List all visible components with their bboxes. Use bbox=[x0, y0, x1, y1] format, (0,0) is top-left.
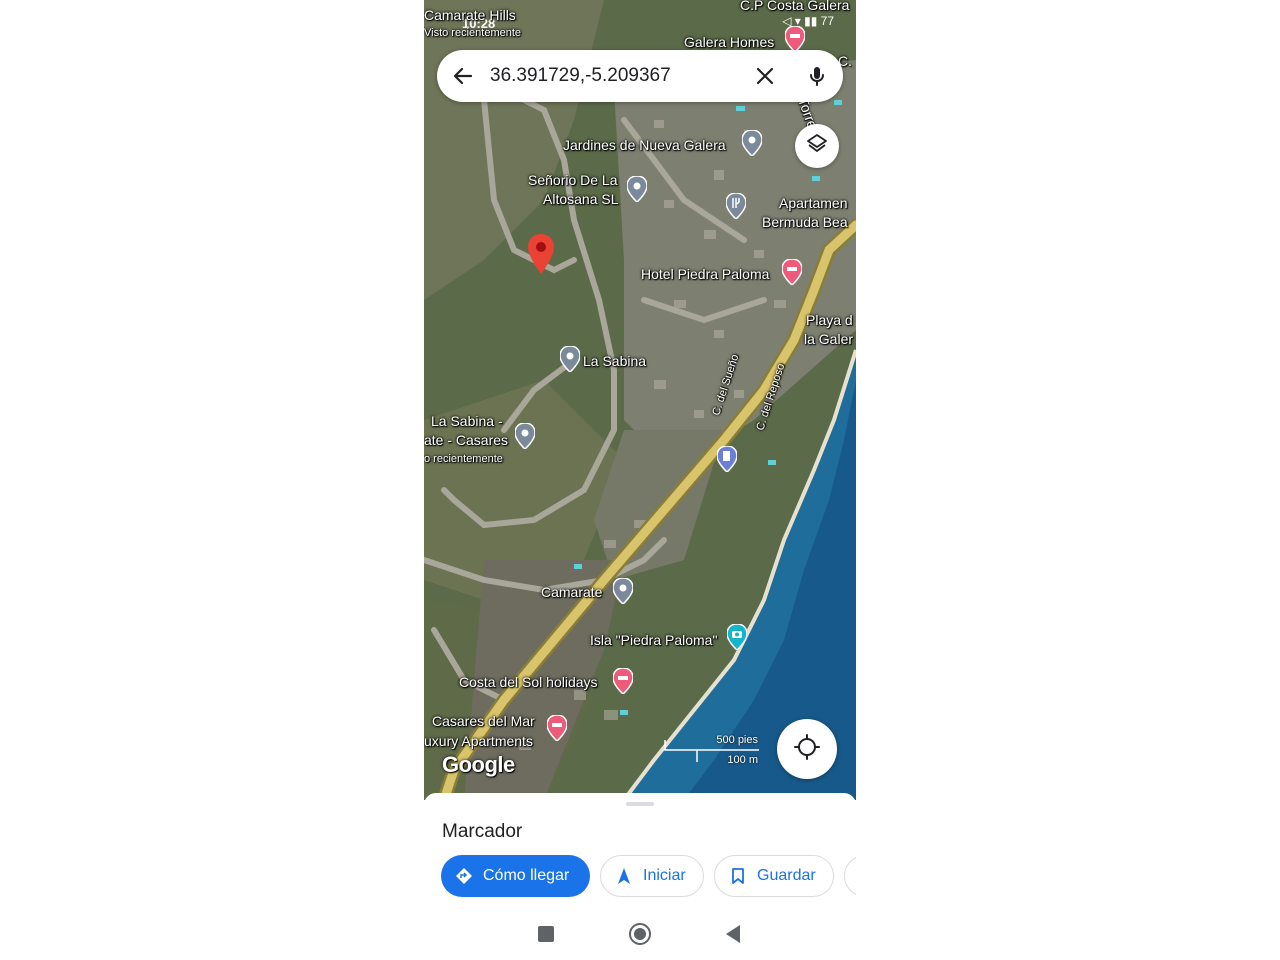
label-apartamentos-2[interactable]: Bermuda Bea bbox=[762, 213, 848, 231]
place-pin-icon[interactable] bbox=[742, 130, 762, 156]
hotel-pin-icon[interactable] bbox=[782, 259, 802, 285]
more-action-button[interactable] bbox=[844, 855, 856, 897]
place-pin-icon[interactable] bbox=[515, 423, 535, 449]
recents-square-icon[interactable] bbox=[534, 922, 558, 946]
search-query[interactable]: 36.391729,-5.209367 bbox=[490, 64, 671, 88]
hotel-pin-icon[interactable] bbox=[785, 26, 805, 52]
search-bar[interactable]: 36.391729,-5.209367 bbox=[437, 50, 843, 102]
scale-metric: 100 m bbox=[727, 754, 758, 766]
label-camarate-hills[interactable]: Camarate Hills bbox=[424, 6, 516, 24]
label-galera-homes[interactable]: Galera Homes bbox=[684, 33, 774, 51]
label-hotel-piedra-paloma[interactable]: Hotel Piedra Paloma bbox=[641, 265, 769, 283]
place-pin-icon[interactable] bbox=[613, 578, 633, 604]
directions-label: Cómo llegar bbox=[483, 867, 570, 884]
directions-button[interactable]: Cómo llegar bbox=[441, 855, 590, 897]
place-title: Marcador bbox=[442, 821, 523, 842]
layers-button[interactable] bbox=[795, 124, 839, 168]
label-costa-del-sol-holidays[interactable]: Costa del Sol holidays bbox=[459, 673, 598, 691]
close-icon[interactable] bbox=[753, 64, 777, 88]
label-la-sabina-casares-2[interactable]: ate - Casares bbox=[424, 431, 508, 449]
label-senorio-1[interactable]: Señorio De La bbox=[528, 171, 618, 189]
my-location-button[interactable] bbox=[777, 719, 837, 779]
label-jardines-nueva-galera[interactable]: Jardines de Nueva Galera bbox=[563, 136, 726, 154]
gas-station-pin-icon[interactable] bbox=[717, 446, 737, 472]
label-camarate[interactable]: Camarate bbox=[541, 583, 602, 601]
camera-pin-icon[interactable] bbox=[727, 624, 747, 650]
label-visto-recientemente: Visto recientemente bbox=[424, 27, 522, 39]
label-playa-1[interactable]: Playa d bbox=[806, 311, 853, 329]
restaurant-pin-icon[interactable] bbox=[726, 193, 746, 219]
label-playa-2[interactable]: la Galer bbox=[804, 330, 853, 348]
hotel-pin-icon[interactable] bbox=[547, 715, 567, 741]
crosshair-icon bbox=[793, 733, 821, 766]
scale-imperial: 500 pies bbox=[716, 734, 758, 746]
action-chips: Cómo llegar Iniciar Guardar bbox=[441, 855, 856, 899]
save-button[interactable]: Guardar bbox=[714, 855, 834, 897]
phone-screen: 10:28 ◁ ▾ ▮▮ 77 Camarate Hills Visto rec… bbox=[424, 0, 856, 960]
navigation-icon bbox=[615, 867, 633, 885]
directions-icon bbox=[455, 867, 473, 885]
map-scale: 500 pies 100 m bbox=[664, 732, 764, 766]
system-nav-bar bbox=[424, 912, 856, 960]
label-casares-del-mar-2[interactable]: uxury Apartments bbox=[424, 732, 533, 750]
label-la-sabina-casares-1[interactable]: La Sabina - bbox=[431, 412, 503, 430]
label-casares-del-mar-1[interactable]: Casares del Mar bbox=[432, 712, 535, 730]
satellite-map[interactable]: 10:28 ◁ ▾ ▮▮ 77 Camarate Hills Visto rec… bbox=[424, 0, 856, 800]
bookmark-icon bbox=[729, 867, 747, 885]
hotel-pin-icon[interactable] bbox=[613, 668, 633, 694]
label-apartamentos-1[interactable]: Apartamen bbox=[779, 194, 847, 212]
start-label: Iniciar bbox=[643, 867, 686, 884]
save-label: Guardar bbox=[757, 867, 816, 884]
label-isla-piedra-paloma[interactable]: Isla "Piedra Paloma" bbox=[590, 631, 717, 649]
google-logo: Google bbox=[442, 752, 515, 777]
label-senorio-2[interactable]: Altosana SL bbox=[543, 190, 619, 208]
place-pin-icon[interactable] bbox=[560, 346, 580, 372]
drag-handle[interactable] bbox=[626, 802, 654, 806]
place-pin-icon[interactable] bbox=[627, 176, 647, 202]
selected-marker-icon[interactable] bbox=[528, 234, 554, 274]
label-visto-recientemente-2: o recientemente bbox=[424, 453, 503, 465]
start-button[interactable]: Iniciar bbox=[600, 855, 704, 897]
back-arrow-icon[interactable] bbox=[451, 64, 475, 88]
mic-icon[interactable] bbox=[805, 64, 829, 88]
home-circle-icon[interactable] bbox=[628, 922, 652, 946]
back-triangle-icon[interactable] bbox=[722, 922, 746, 946]
label-cp-costa-galera[interactable]: C.P Costa Galera bbox=[740, 0, 849, 14]
layers-icon bbox=[806, 133, 828, 160]
label-la-sabina[interactable]: La Sabina bbox=[583, 352, 646, 370]
